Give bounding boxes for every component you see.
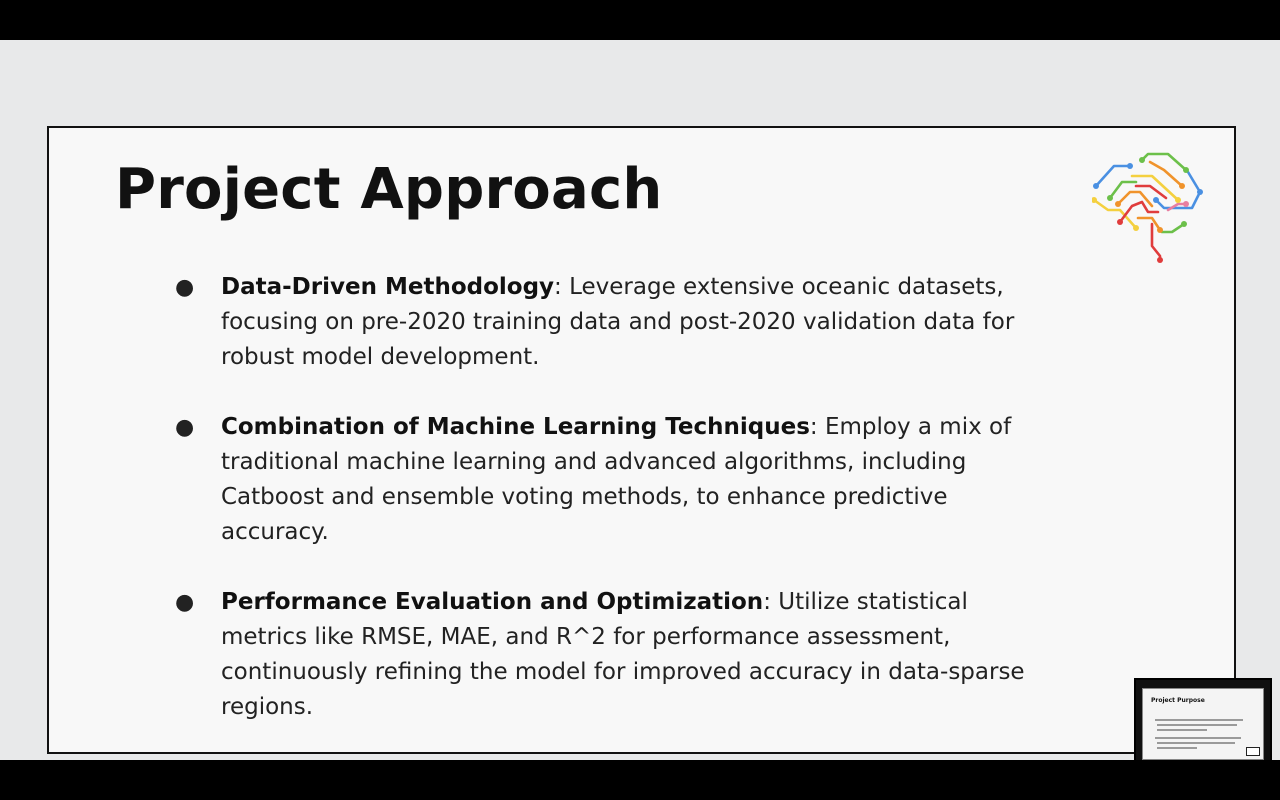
- slide-title: Project Approach: [115, 157, 663, 222]
- thumbnail-text-line: [1157, 742, 1235, 744]
- thumbnail-title: Project Purpose: [1151, 697, 1205, 704]
- top-letterbox: [0, 0, 1280, 40]
- slide-thumbnail[interactable]: Project Purpose: [1134, 678, 1272, 768]
- thumbnail-text-line: [1155, 737, 1241, 739]
- bullet-marker: ●: [175, 275, 195, 300]
- bottom-letterbox: [0, 760, 1280, 800]
- bullet-marker: ●: [175, 415, 195, 440]
- viewport-frame-icon: [1246, 747, 1260, 756]
- thumbnail-text-line: [1157, 724, 1237, 726]
- bullet-marker: ●: [175, 590, 195, 615]
- bullet-heading: Combination of Machine Learning Techniqu…: [221, 414, 810, 440]
- slide: Project Approach ● Data-Driven Methodolo…: [47, 126, 1236, 754]
- circuit-brain-icon: [1092, 152, 1203, 263]
- bullet-item: ● Data-Driven Methodology: Leverage exte…: [175, 270, 1055, 375]
- thumbnail-slide-preview[interactable]: Project Purpose: [1142, 688, 1264, 760]
- presentation-stage: Project Approach ● Data-Driven Methodolo…: [0, 40, 1280, 768]
- bullet-heading: Data-Driven Methodology: [221, 274, 555, 300]
- bullet-item: ● Combination of Machine Learning Techni…: [175, 410, 1055, 550]
- bullet-list: ● Data-Driven Methodology: Leverage exte…: [175, 270, 1055, 725]
- thumbnail-text-line: [1157, 747, 1197, 749]
- thumbnail-text-line: [1155, 719, 1243, 721]
- bullet-item: ● Performance Evaluation and Optimizatio…: [175, 585, 1055, 725]
- thumbnail-text-line: [1157, 729, 1207, 731]
- bullet-heading: Performance Evaluation and Optimization: [221, 589, 764, 615]
